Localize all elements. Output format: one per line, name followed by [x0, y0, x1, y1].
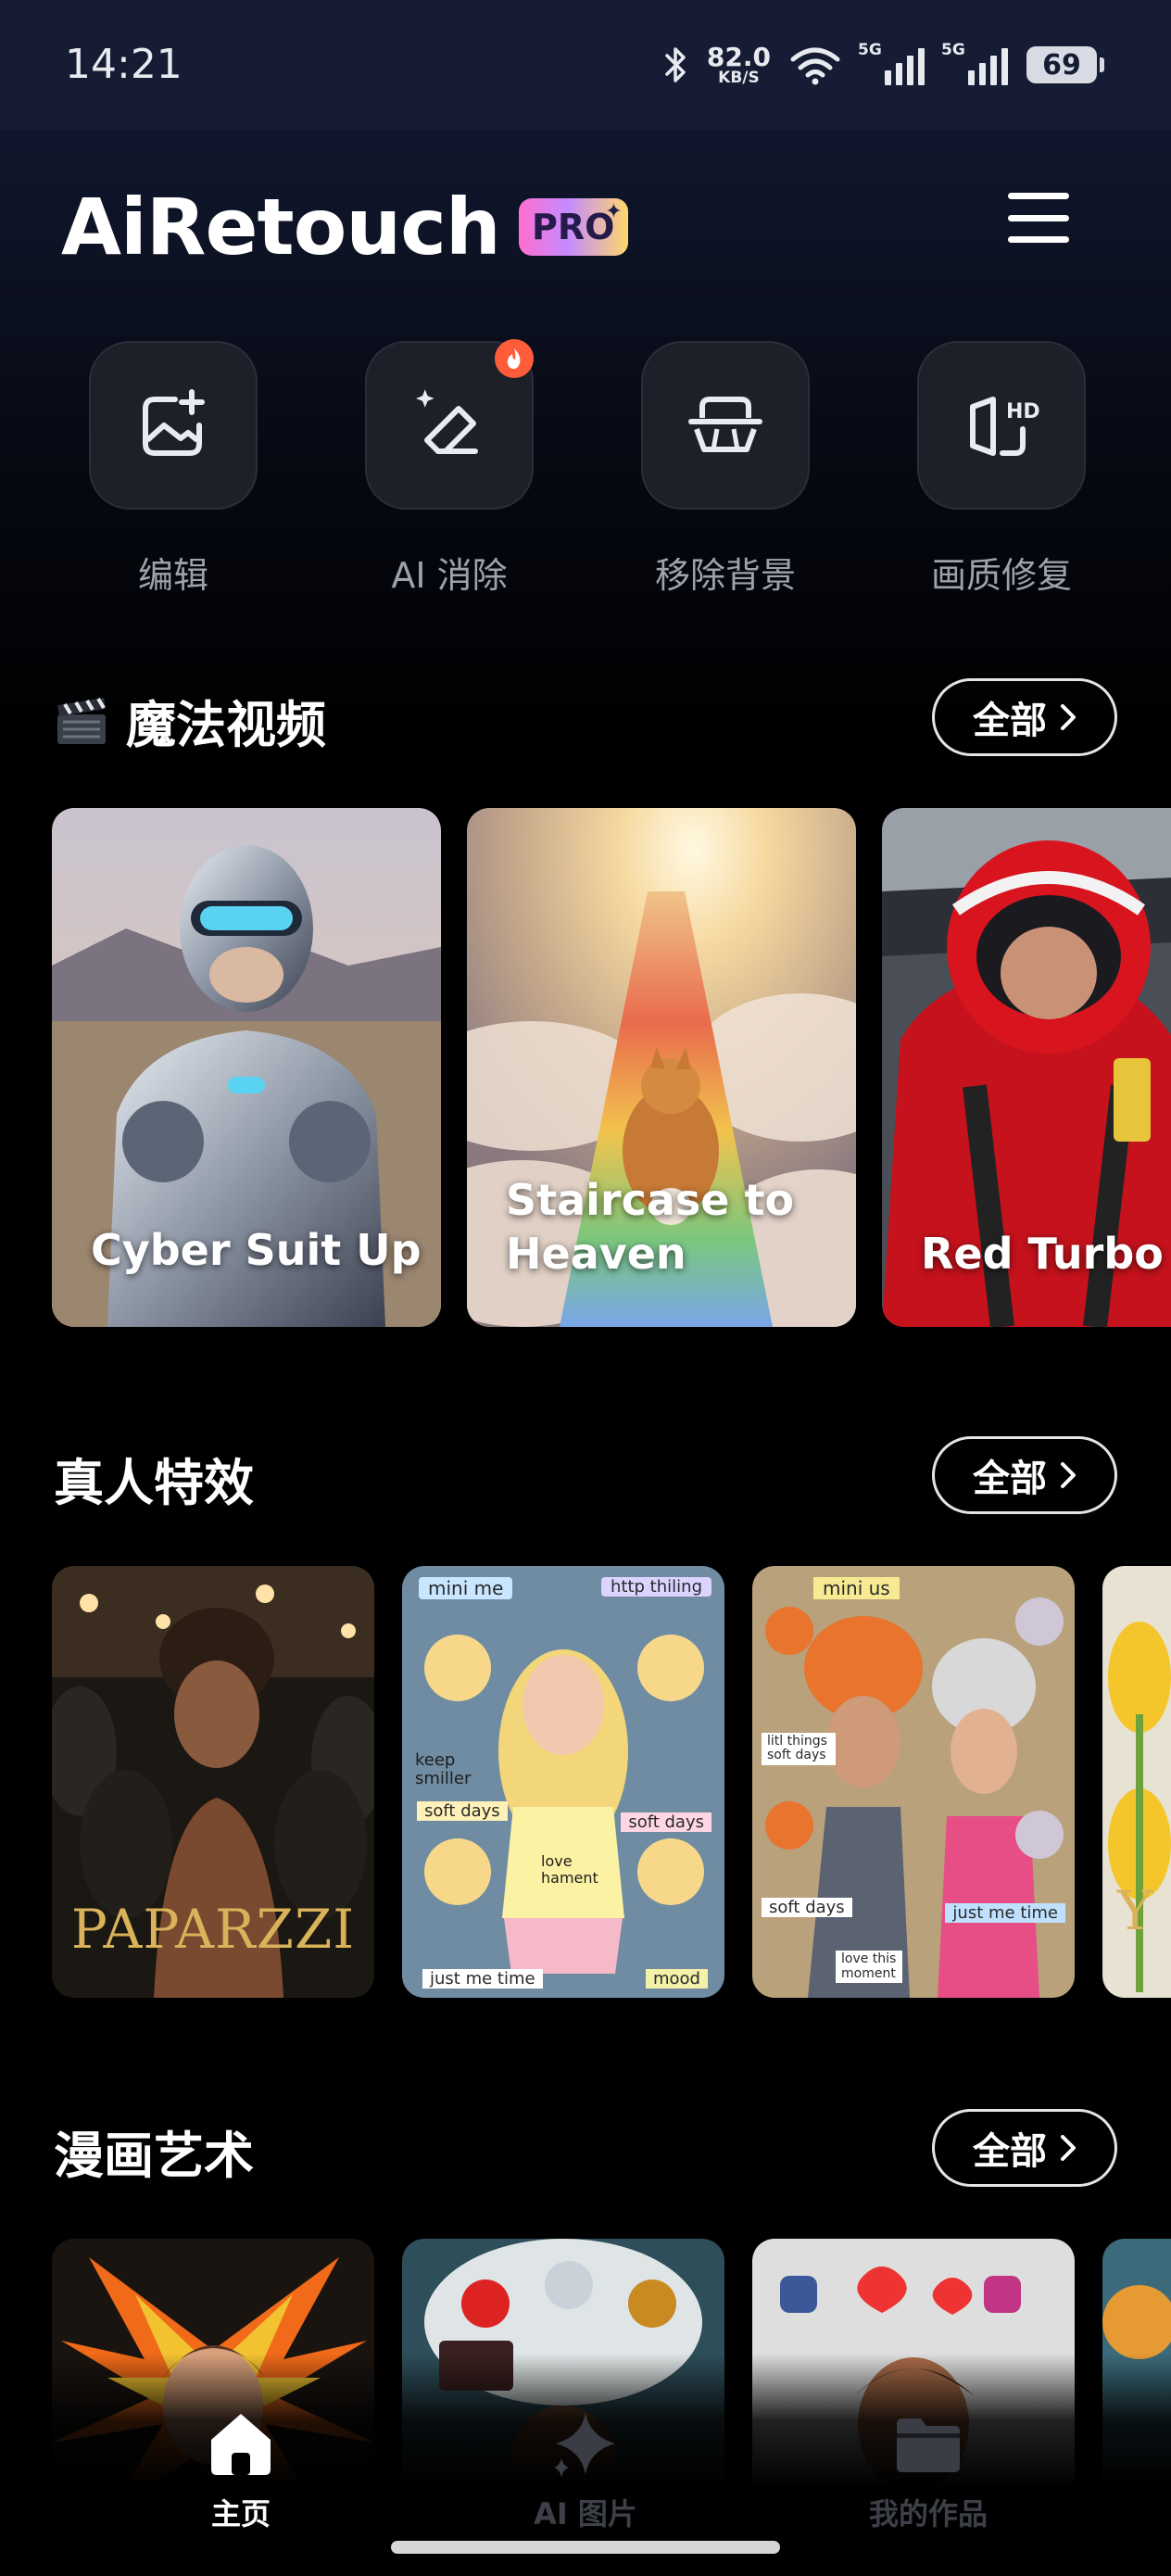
signal-icon: 5G — [941, 41, 1008, 85]
tool-label: AI 消除 — [391, 555, 508, 596]
tool-hd-repair[interactable]: HD 画质修复 — [917, 341, 1086, 598]
hd-repair-icon: HD — [970, 397, 1040, 456]
sticker-label: soft days — [621, 1812, 711, 1832]
wifi-icon — [790, 47, 840, 85]
card-label: Cyber Suit Up — [91, 1224, 422, 1275]
sparkle-icon — [554, 2412, 615, 2477]
signal-icon: 5G — [858, 41, 925, 85]
nav-item-my-works[interactable]: 我的作品 — [836, 2402, 1021, 2533]
sparkle-icon: ✦ — [605, 200, 623, 223]
paparazzi-overlay-text: PAPARZZI — [70, 1898, 356, 1961]
sticker-label: http thiling — [601, 1577, 711, 1597]
home-icon — [211, 2414, 271, 2475]
pro-badge[interactable]: PRO ✦ — [518, 198, 628, 256]
sticker-label: mood — [646, 1969, 708, 1989]
effect-card-mini-us[interactable]: mini us litl things soft days soft days … — [752, 1566, 1075, 1998]
sticker-label: love this moment — [836, 1951, 902, 1983]
sticker-label: mini me — [419, 1577, 513, 1599]
section-title-real-person: 真人特效 — [54, 1454, 254, 1512]
see-all-button-real-person[interactable]: 全部 — [932, 1436, 1117, 1514]
nav-item-ai-image[interactable]: AI 图片 — [493, 2402, 678, 2533]
bluetooth-icon — [665, 47, 686, 82]
sticker-label: love hament — [541, 1852, 598, 1887]
nav-label: AI 图片 — [534, 2496, 637, 2532]
app-logo: AiRetouch PRO ✦ — [61, 182, 628, 272]
sticker-label: keep smiller — [415, 1750, 472, 1788]
card-label: Red Turbo — [921, 1228, 1164, 1279]
section-title-comic-art: 漫画艺术 — [54, 2127, 254, 2185]
tool-ai-erase[interactable]: AI 消除 — [365, 339, 534, 598]
video-card-cyber-suit-up[interactable]: Cyber Suit Up — [52, 808, 441, 1327]
card-thumbnail — [752, 1566, 1075, 1998]
network-speed: 82.0 KB/S — [706, 41, 771, 87]
effect-card-paparazzi[interactable]: PAPARZZI — [52, 1566, 374, 1998]
nav-label: 主页 — [210, 2496, 271, 2532]
real-person-row: PAPARZZI mini me http thiling keep smill… — [0, 1566, 1171, 2001]
svg-text:HD: HD — [1006, 400, 1040, 423]
clapperboard-icon — [57, 697, 106, 744]
folder-icon — [897, 2418, 960, 2472]
battery-icon: 69 — [1026, 46, 1104, 83]
effect-card-mini-me[interactable]: mini me http thiling keep smiller soft d… — [402, 1566, 724, 1998]
nav-item-home[interactable]: 主页 — [148, 2402, 334, 2533]
tool-label: 编辑 — [137, 555, 208, 596]
status-icons: 82.0 KB/S 5G 5G 69 — [664, 37, 1104, 93]
tool-label: 移除背景 — [654, 555, 796, 596]
chevron-right-icon — [1061, 704, 1076, 730]
video-card-staircase-to-heaven[interactable]: Staircase to Heaven — [467, 808, 856, 1327]
card-overlay-text: Y — [1117, 1879, 1153, 1942]
section-title-magic-video: 魔法视频 — [54, 684, 326, 757]
tool-label: 画质修复 — [930, 555, 1072, 596]
status-time: 14:21 — [65, 41, 183, 88]
hamburger-menu-icon[interactable] — [1008, 193, 1069, 243]
image-add-icon — [143, 389, 205, 456]
see-all-button-magic-video[interactable]: 全部 — [932, 678, 1117, 756]
logo-text: AiRetouch — [61, 182, 501, 272]
chevron-right-icon — [1061, 1462, 1076, 1488]
card-label: Staircase to Heaven — [506, 1175, 795, 1279]
sticker-label: litl things soft days — [762, 1733, 836, 1765]
chevron-right-icon — [1061, 2135, 1076, 2161]
tool-edit[interactable]: 编辑 — [89, 341, 258, 598]
status-bar: 14:21 82.0 KB/S 5G 5G 69 — [0, 0, 1171, 130]
fire-icon — [495, 339, 534, 378]
magic-video-row: Cyber Suit Up Staircase to Heaven Red Tu… — [0, 808, 1171, 1336]
tool-remove-background[interactable]: 移除背景 — [641, 341, 810, 598]
effect-card-tulip[interactable]: Y — [1102, 1566, 1171, 1998]
sticker-label: just me time — [422, 1969, 543, 1989]
home-indicator[interactable] — [391, 2541, 780, 2554]
remove-background-icon — [688, 397, 762, 452]
sticker-label: soft days — [762, 1898, 852, 1917]
video-card-red-turbo[interactable]: Red Turbo — [882, 808, 1171, 1327]
sticker-label: soft days — [417, 1801, 508, 1821]
eraser-sparkle-icon — [416, 389, 478, 454]
nav-label: 我的作品 — [868, 2496, 988, 2532]
sticker-label: mini us — [813, 1577, 900, 1599]
sticker-label: just me time — [945, 1903, 1065, 1923]
see-all-button-comic-art[interactable]: 全部 — [932, 2109, 1117, 2187]
